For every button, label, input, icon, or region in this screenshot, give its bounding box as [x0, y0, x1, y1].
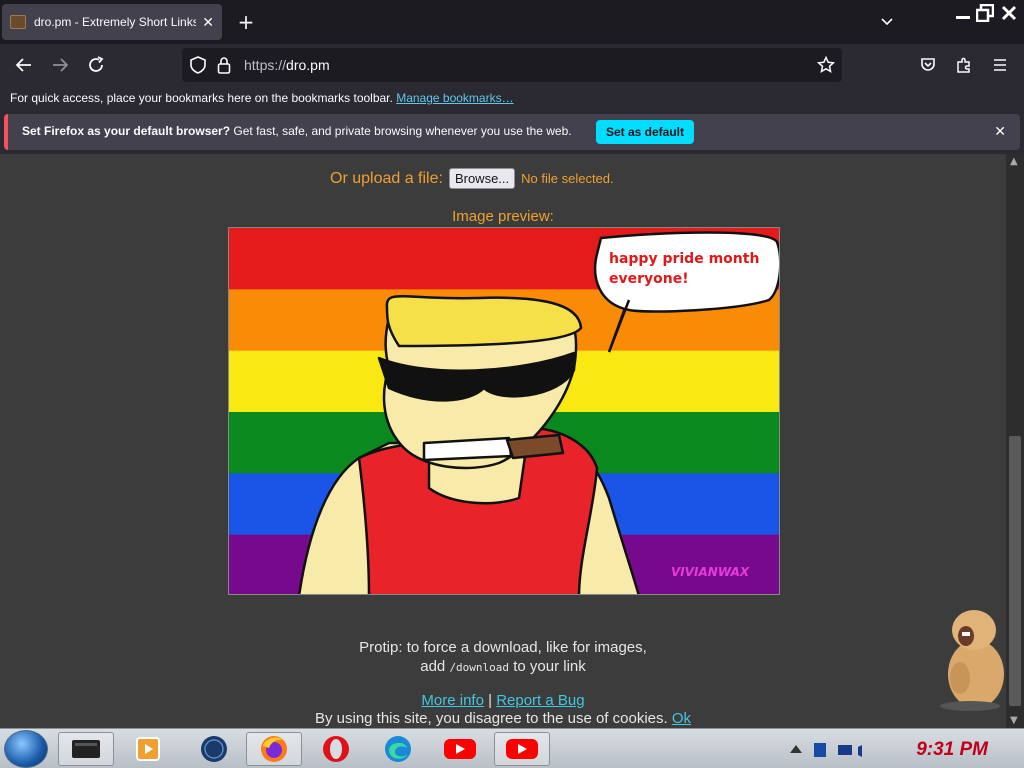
- media-player-icon: [136, 737, 160, 761]
- firefox-icon: [261, 736, 287, 762]
- close-window-icon[interactable]: [996, 2, 1022, 24]
- page-scrollbar[interactable]: ▲ ▼: [1006, 154, 1024, 728]
- taskbar-app-youtube-2[interactable]: [494, 732, 550, 766]
- navigation-toolbar: https://dro.pm: [0, 44, 1024, 86]
- download-code: /download: [449, 661, 510, 674]
- forward-arrow-icon[interactable]: [46, 52, 74, 78]
- upload-label: Or upload a file:: [330, 169, 443, 187]
- taskbar-app-media-player[interactable]: [120, 732, 176, 766]
- scroll-up-icon[interactable]: ▲: [1010, 156, 1018, 167]
- mascot-sloth-image: [940, 610, 1004, 711]
- restore-icon[interactable]: [972, 2, 998, 24]
- pocket-icon[interactable]: [914, 52, 942, 78]
- protip-text: Protip: to force a download, like for im…: [359, 639, 647, 675]
- link-separator: |: [488, 692, 493, 709]
- more-info-link[interactable]: More info: [421, 692, 484, 709]
- reload-icon[interactable]: [82, 52, 110, 78]
- tab-title: dro.pm - Extremely Short Links: [34, 15, 197, 29]
- default-browser-notification: Set Firefox as your default browser? Get…: [4, 114, 1020, 150]
- image-preview: happy pride month everyone! VIVIANWAX: [228, 227, 780, 595]
- shield-icon[interactable]: [188, 55, 208, 75]
- set-as-default-button[interactable]: Set as default: [596, 120, 694, 144]
- taskbar-app-firefox[interactable]: [246, 732, 302, 766]
- artist-signature: VIVIANWAX: [671, 565, 750, 579]
- site-favicon-icon: [10, 15, 26, 29]
- bookmarks-hint: For quick access, place your bookmarks h…: [10, 91, 393, 105]
- lock-icon[interactable]: [214, 55, 234, 75]
- page-content: Or upload a file: Browse... No file sele…: [0, 154, 1006, 728]
- youtube-icon: [506, 739, 538, 759]
- image-preview-label: Image preview:: [452, 208, 554, 225]
- opera-icon: [323, 736, 349, 762]
- image-preview-drawing: happy pride month everyone! VIVIANWAX: [229, 228, 779, 594]
- taskbar-app-youtube-1[interactable]: [432, 732, 488, 766]
- tray-icons: [790, 743, 862, 757]
- network-icon[interactable]: [814, 743, 826, 757]
- cookie-text: By using this site, you disagree to the …: [314, 710, 668, 727]
- taskbar-app-opera[interactable]: [308, 732, 364, 766]
- tab-strip: dro.pm - Extremely Short Links ✕ +: [0, 0, 1024, 44]
- notification-message: Set Firefox as your default browser? Get…: [22, 124, 572, 138]
- speech-line-2: everyone!: [609, 271, 689, 287]
- speech-line-1: happy pride month: [609, 251, 759, 267]
- footer-links: More info | Report a Bug: [0, 692, 1006, 709]
- scroll-down-icon[interactable]: ▼: [1010, 715, 1018, 726]
- start-button[interactable]: [4, 730, 48, 768]
- display-icon[interactable]: [838, 745, 852, 755]
- system-tray: 9:31 PM: [786, 731, 1024, 767]
- cookie-banner: By using this site, you disagree to the …: [0, 710, 1006, 728]
- notification-close-icon[interactable]: ✕: [994, 123, 1006, 140]
- volume-icon[interactable]: [858, 745, 862, 757]
- report-bug-link[interactable]: Report a Bug: [496, 692, 584, 709]
- browse-button[interactable]: Browse...: [448, 168, 516, 189]
- new-tab-button[interactable]: +: [234, 8, 258, 36]
- taskbar-app-terminal[interactable]: [58, 732, 114, 766]
- url-bar[interactable]: https://dro.pm: [182, 48, 842, 82]
- taskbar-app-globe[interactable]: [186, 732, 242, 766]
- back-arrow-icon[interactable]: [10, 52, 38, 78]
- taskbar-clock[interactable]: 9:31 PM: [916, 739, 988, 761]
- no-file-text: No file selected.: [521, 171, 614, 186]
- scrollbar-thumb[interactable]: [1009, 436, 1021, 706]
- extensions-puzzle-icon[interactable]: [950, 52, 978, 78]
- edge-icon: [385, 736, 411, 762]
- chevron-down-icon[interactable]: [876, 12, 898, 32]
- taskbar-app-edge[interactable]: [370, 732, 426, 766]
- show-hidden-icons-icon[interactable]: [790, 745, 802, 753]
- tab-close-icon[interactable]: ✕: [202, 14, 214, 31]
- manage-bookmarks-link[interactable]: Manage bookmarks…: [396, 91, 513, 105]
- terminal-icon: [72, 740, 100, 758]
- tab-dro-pm[interactable]: dro.pm - Extremely Short Links ✕: [2, 4, 222, 40]
- globe-icon: [201, 736, 227, 762]
- cookie-ok-link[interactable]: Ok: [672, 710, 691, 727]
- youtube-icon: [444, 739, 476, 759]
- file-upload-row: Or upload a file: Browse... No file sele…: [330, 168, 614, 189]
- taskbar: 9:31 PM: [0, 728, 1024, 768]
- menu-hamburger-icon[interactable]: [986, 52, 1014, 78]
- bookmarks-toolbar: For quick access, place your bookmarks h…: [0, 86, 1024, 110]
- bookmark-star-icon[interactable]: [816, 55, 836, 75]
- url-text[interactable]: https://dro.pm: [244, 57, 330, 73]
